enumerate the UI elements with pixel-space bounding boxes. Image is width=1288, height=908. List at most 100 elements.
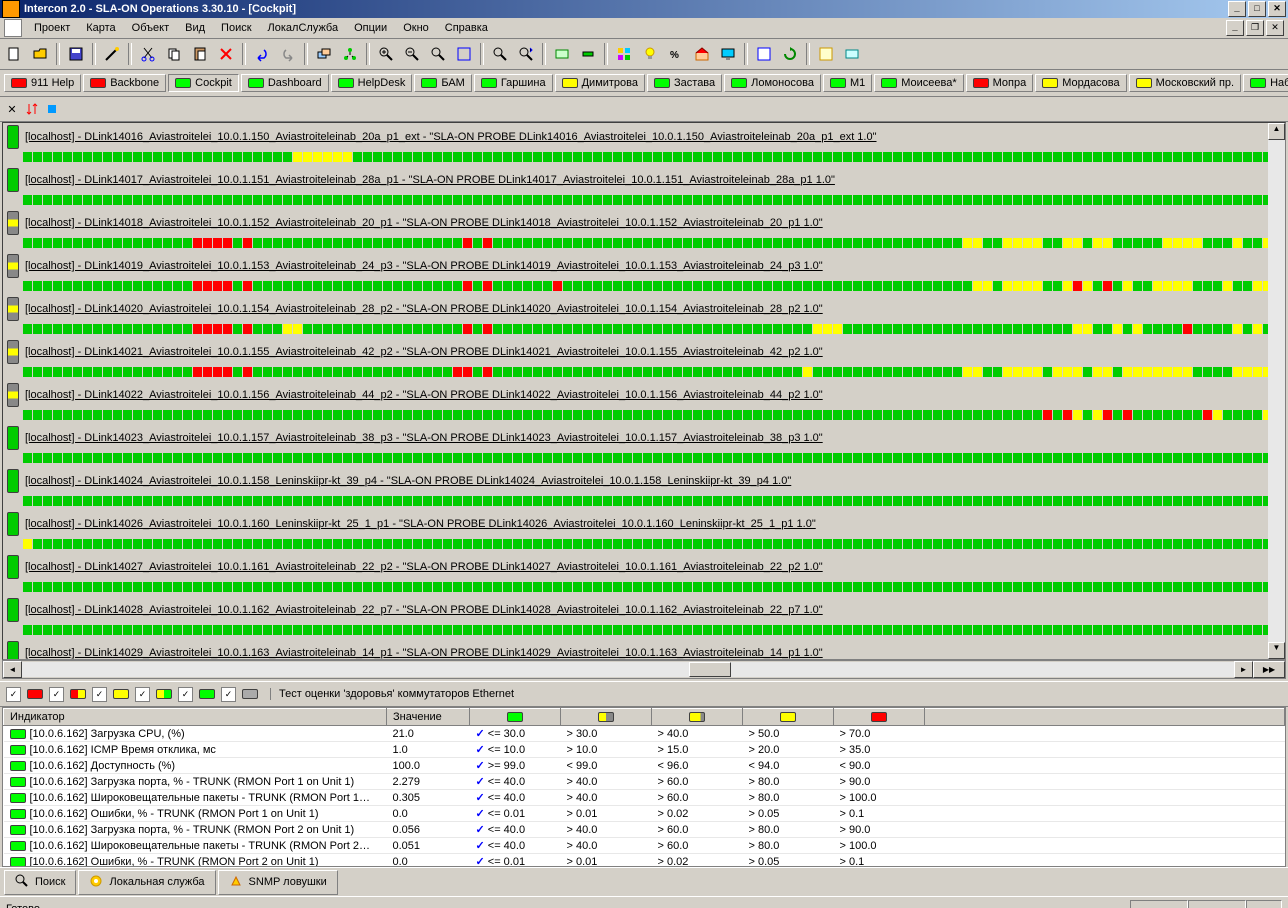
tab-ломоносова[interactable]: Ломоносова (724, 74, 821, 92)
layers-button[interactable] (312, 42, 336, 66)
filter-green-check[interactable]: ✓ (178, 687, 193, 702)
filter-yg-check[interactable]: ✓ (135, 687, 150, 702)
filter-yellow-check[interactable]: ✓ (92, 687, 107, 702)
probe-row[interactable]: [localhost] - DLink14029_Aviastroitelei_… (3, 639, 1265, 660)
pin-button[interactable] (44, 101, 60, 117)
tool-a-button[interactable] (550, 42, 574, 66)
probe-row[interactable]: [localhost] - DLink14019_Aviastroitelei_… (3, 252, 1265, 280)
col-value[interactable]: Значение (387, 709, 470, 726)
tab-бам[interactable]: БАМ (414, 74, 471, 92)
open-button[interactable] (28, 42, 52, 66)
tab-наб-авиастро[interactable]: Наб.Авиастро (1243, 74, 1288, 92)
zoom-fit-button[interactable] (426, 42, 450, 66)
bottom-tab-service[interactable]: Локальная служба (78, 870, 215, 895)
tab-моисеева-[interactable]: Моисеева* (874, 74, 963, 92)
menu-окно[interactable]: Окно (395, 20, 437, 36)
minimize-button[interactable]: _ (1228, 1, 1246, 17)
fullscreen-button[interactable] (452, 42, 476, 66)
probe-row[interactable]: [localhost] - DLink14027_Aviastroitelei_… (3, 553, 1265, 581)
tab-cockpit[interactable]: Cockpit (168, 74, 239, 92)
tab-dashboard[interactable]: Dashboard (241, 74, 329, 92)
menu-опции[interactable]: Опции (346, 20, 395, 36)
probe-row[interactable]: [localhost] - DLink14023_Aviastroitelei_… (3, 424, 1265, 452)
bottom-tab-snmp[interactable]: SNMP ловушки (218, 870, 338, 895)
probe-row[interactable]: [localhost] - DLink14016_Aviastroitelei_… (3, 123, 1265, 151)
grid-row[interactable]: [10.0.6.162] Загрузка порта, % - TRUNK (… (4, 774, 1285, 790)
redo-button[interactable] (276, 42, 300, 66)
filter-gray-check[interactable]: ✓ (221, 687, 236, 702)
wand-button[interactable] (100, 42, 124, 66)
tool-d-button[interactable] (814, 42, 838, 66)
close-view-button[interactable]: ✕ (4, 101, 20, 117)
col-threshold-2[interactable] (652, 709, 743, 726)
tool-e-button[interactable] (840, 42, 864, 66)
paste-button[interactable] (188, 42, 212, 66)
find-next-button[interactable] (514, 42, 538, 66)
tab-димитрова[interactable]: Димитрова (555, 74, 645, 92)
col-threshold-4[interactable] (834, 709, 925, 726)
probe-row[interactable]: [localhost] - DLink14022_Aviastroitelei_… (3, 381, 1265, 409)
tab-московский-пр-[interactable]: Московский пр. (1129, 74, 1241, 92)
grid-row[interactable]: [10.0.6.162] Ошибки, % - TRUNK (RMON Por… (4, 806, 1285, 822)
tab-мордасова[interactable]: Мордасова (1035, 74, 1126, 92)
probe-row[interactable]: [localhost] - DLink14017_Aviastroitelei_… (3, 166, 1265, 194)
screen-button[interactable] (716, 42, 740, 66)
grid-row[interactable]: [10.0.6.162] Широковещательные пакеты - … (4, 838, 1285, 854)
tab-911-help[interactable]: 911 Help (4, 74, 81, 92)
col-threshold-1[interactable] (561, 709, 652, 726)
grid-row[interactable]: [10.0.6.162] Загрузка CPU, (%)21.0✓ <= 3… (4, 726, 1285, 742)
tool-c-button[interactable] (752, 42, 776, 66)
bottom-tab-search[interactable]: Поиск (4, 870, 76, 895)
menu-карта[interactable]: Карта (78, 20, 123, 36)
tool-b-button[interactable] (576, 42, 600, 66)
sort-button[interactable] (24, 101, 40, 117)
menu-справка[interactable]: Справка (437, 20, 496, 36)
probe-row[interactable]: [localhost] - DLink14024_Aviastroitelei_… (3, 467, 1265, 495)
zoom-out-button[interactable] (400, 42, 424, 66)
probe-row[interactable]: [localhost] - DLink14021_Aviastroitelei_… (3, 338, 1265, 366)
probe-row[interactable]: [localhost] - DLink14018_Aviastroitelei_… (3, 209, 1265, 237)
delete-button[interactable] (214, 42, 238, 66)
grid-row[interactable]: [10.0.6.162] Широковещательные пакеты - … (4, 790, 1285, 806)
filter-red-check[interactable]: ✓ (6, 687, 21, 702)
grid-row[interactable]: [10.0.6.162] ICMP Время отклика, мс1.0✓ … (4, 742, 1285, 758)
indicator-grid[interactable]: ИндикаторЗначение[10.0.6.162] Загрузка C… (2, 707, 1286, 867)
col-threshold-3[interactable] (743, 709, 834, 726)
cut-button[interactable] (136, 42, 160, 66)
mdi-close-button[interactable]: ✕ (1266, 20, 1284, 36)
probe-row[interactable]: [localhost] - DLink14026_Aviastroitelei_… (3, 510, 1265, 538)
col-threshold-0[interactable] (470, 709, 561, 726)
maximize-button[interactable]: □ (1248, 1, 1266, 17)
tab-гаршина[interactable]: Гаршина (474, 74, 553, 92)
tab-застава[interactable]: Застава (647, 74, 722, 92)
grid-row[interactable]: [10.0.6.162] Доступность (%)100.0✓ >= 99… (4, 758, 1285, 774)
vscrollbar[interactable]: ▲ ▼ (1268, 123, 1285, 659)
close-button[interactable]: ✕ (1268, 1, 1286, 17)
mdi-restore-button[interactable]: ❐ (1246, 20, 1264, 36)
zoom-in-button[interactable] (374, 42, 398, 66)
mdi-minimize-button[interactable]: _ (1226, 20, 1244, 36)
refresh-button[interactable] (778, 42, 802, 66)
new-button[interactable] (2, 42, 26, 66)
grid-row[interactable]: [10.0.6.162] Загрузка порта, % - TRUNK (… (4, 822, 1285, 838)
bulb-button[interactable] (638, 42, 662, 66)
hscrollbar[interactable]: ◄ ► ▶▶ (2, 660, 1286, 679)
tab-мопра[interactable]: Мопра (966, 74, 1034, 92)
tab-backbone[interactable]: Backbone (83, 74, 166, 92)
save-button[interactable] (64, 42, 88, 66)
menu-поиск[interactable]: Поиск (213, 20, 259, 36)
col-indicator[interactable]: Индикатор (4, 709, 387, 726)
probe-row[interactable]: [localhost] - DLink14020_Aviastroitelei_… (3, 295, 1265, 323)
network-button[interactable] (338, 42, 362, 66)
probe-row[interactable]: [localhost] - DLink14028_Aviastroitelei_… (3, 596, 1265, 624)
filter-ry-check[interactable]: ✓ (49, 687, 64, 702)
menu-проект[interactable]: Проект (26, 20, 78, 36)
grid-row[interactable]: [10.0.6.162] Ошибки, % - TRUNK (RMON Por… (4, 854, 1285, 868)
menu-локалслужба[interactable]: ЛокалСлужба (260, 20, 347, 36)
copy-button[interactable] (162, 42, 186, 66)
percent-button[interactable]: % (664, 42, 688, 66)
home-button[interactable] (690, 42, 714, 66)
undo-button[interactable] (250, 42, 274, 66)
menu-вид[interactable]: Вид (177, 20, 213, 36)
dashboard-button[interactable] (612, 42, 636, 66)
